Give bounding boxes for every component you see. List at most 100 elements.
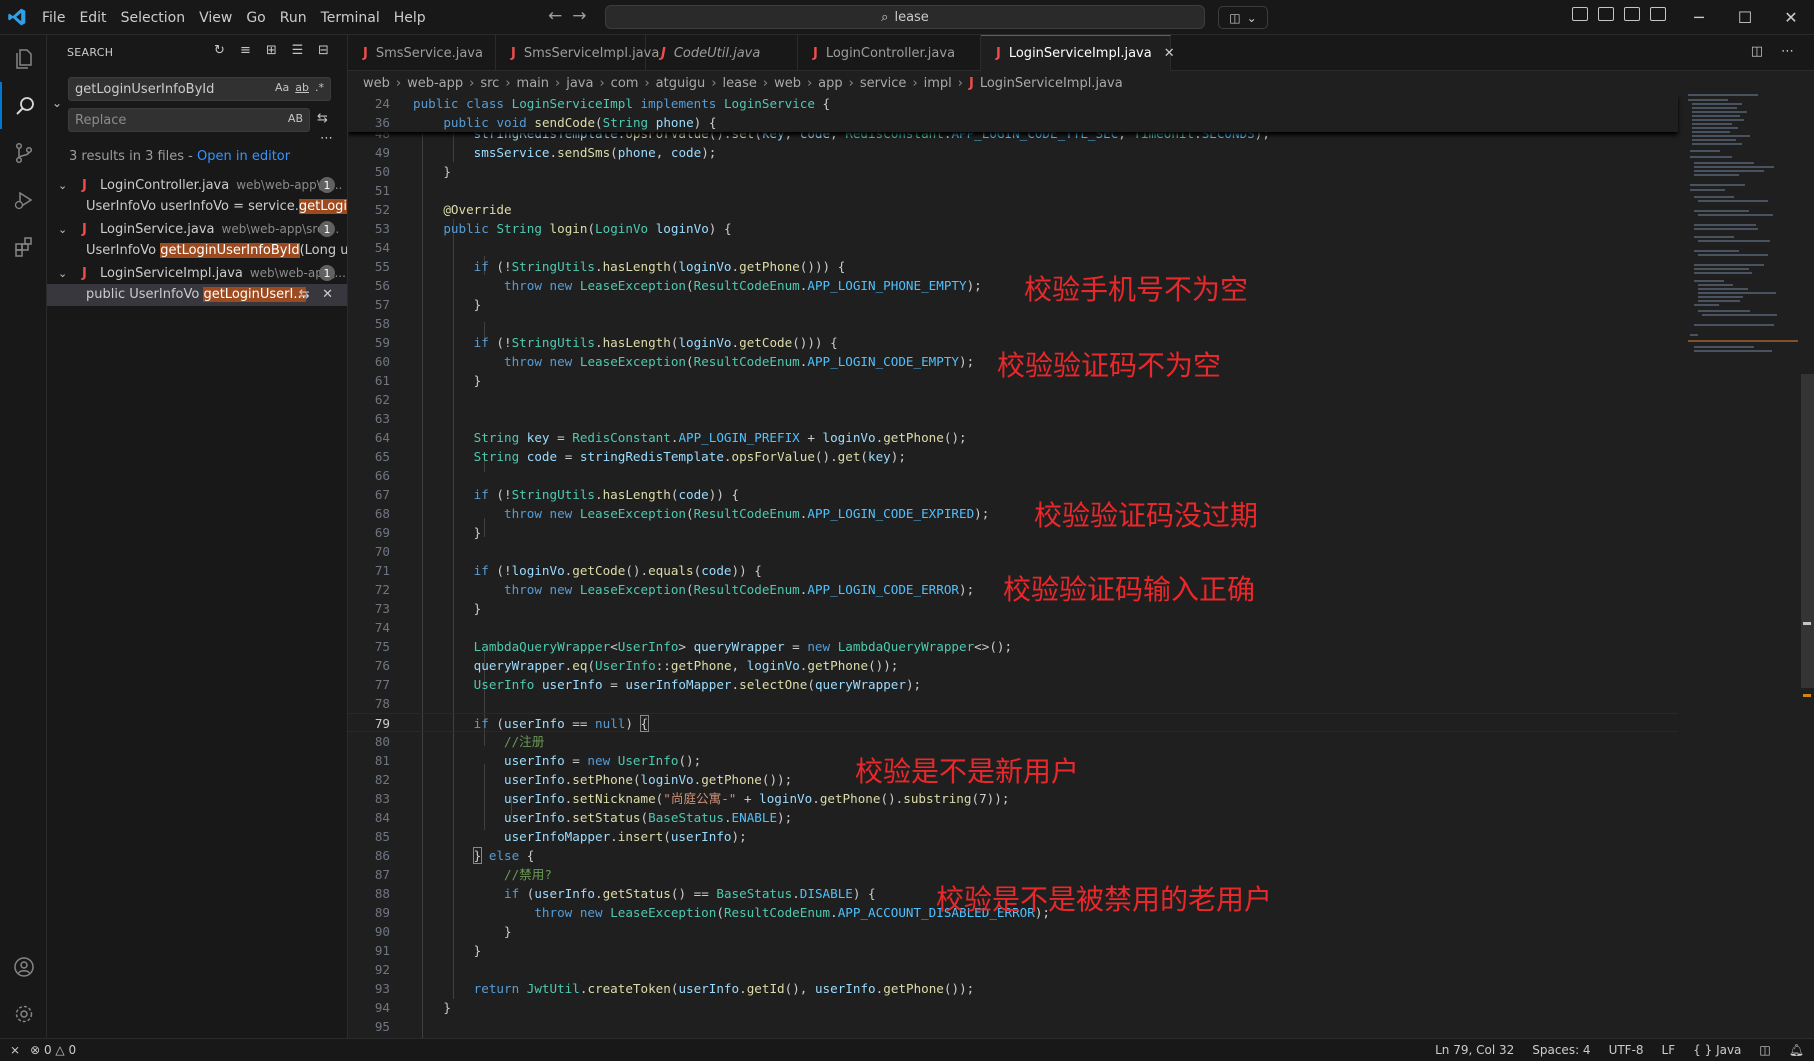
minimize-icon[interactable]: ─ xyxy=(1676,0,1722,35)
sticky-line: 36 public void sendCode(String phone) { xyxy=(374,115,717,130)
match-whole-word-icon[interactable]: ab xyxy=(295,81,309,94)
forward-arrow-icon[interactable]: → xyxy=(572,6,586,26)
search-input[interactable]: getLoginUserInfoById Aa ab .* xyxy=(68,77,331,101)
problems-indicator[interactable]: ⊗ 0 △ 0 xyxy=(30,1043,76,1057)
tab-codeutil[interactable]: J CodeUtil.java xyxy=(646,35,798,71)
customize-layout-icon[interactable] xyxy=(1572,7,1588,21)
vertical-scrollbar[interactable] xyxy=(1801,374,1814,688)
breadcrumb-item[interactable]: main xyxy=(517,76,549,91)
replace-all-icon[interactable]: ⇆ xyxy=(317,111,328,126)
breadcrumb-item[interactable]: com xyxy=(611,76,639,91)
result-match-line-selected[interactable]: public UserInfoVo getLoginUserI... ⇆ ✕ xyxy=(47,284,347,306)
code-line: 65 String code = stringRedisTemplate.ops… xyxy=(374,449,906,464)
toggle-details-icon[interactable]: ⋯ xyxy=(320,131,333,146)
language-mode[interactable]: { } Java xyxy=(1693,1043,1741,1057)
warning-icon: △ xyxy=(55,1043,65,1057)
breadcrumb-file[interactable]: LoginServiceImpl.java xyxy=(980,76,1123,91)
close-tab-icon[interactable]: ✕ xyxy=(1164,46,1175,61)
minimap[interactable] xyxy=(1686,94,1798,1038)
source-control-icon[interactable] xyxy=(0,129,47,176)
encoding[interactable]: UTF-8 xyxy=(1609,1043,1644,1057)
end-of-line[interactable]: LF xyxy=(1662,1043,1676,1057)
indentation[interactable]: Spaces: 4 xyxy=(1532,1043,1590,1057)
tab-logincontroller[interactable]: J LoginController.java xyxy=(798,35,981,71)
clear-results-icon[interactable]: ≡ xyxy=(238,43,253,58)
close-window-icon[interactable]: ✕ xyxy=(1768,0,1814,35)
tab-smsservice[interactable]: J SmsService.java xyxy=(348,35,496,71)
more-actions-icon[interactable]: ⋯ xyxy=(1781,44,1794,59)
maximize-icon[interactable]: ☐ xyxy=(1722,0,1768,35)
result-match-line[interactable]: UserInfoVo getLoginUserInfoById(Long use… xyxy=(47,240,347,262)
code-line: 57 } xyxy=(374,297,482,312)
breadcrumb-item[interactable]: web xyxy=(774,76,801,91)
code-line: 66 xyxy=(374,468,390,483)
back-arrow-icon[interactable]: ← xyxy=(548,6,562,26)
new-search-editor-icon[interactable]: ⊞ xyxy=(264,43,279,58)
match-case-icon[interactable]: Aa xyxy=(275,81,289,94)
code-line: 64 String key = RedisConstant.APP_LOGIN_… xyxy=(374,430,967,445)
result-file-loginservice[interactable]: ⌄ J LoginService.java web\web-app\src\...… xyxy=(47,218,347,240)
replace-icon[interactable]: ⇆ xyxy=(299,287,310,302)
breadcrumb-item[interactable]: impl xyxy=(924,76,952,91)
remote-icon[interactable]: ⨯ xyxy=(10,1043,20,1057)
editor-tabs: J SmsService.java J SmsServiceImpl.java JC… xyxy=(348,35,1814,71)
view-as-tree-icon[interactable]: ☰ xyxy=(290,43,305,58)
menu-edit[interactable]: Edit xyxy=(72,10,113,26)
breadcrumb-item[interactable]: web-app xyxy=(407,76,463,91)
menu-run[interactable]: Run xyxy=(273,10,314,26)
settings-gear-icon[interactable] xyxy=(0,990,47,1037)
result-match-line[interactable]: UserInfoVo userInfoVo = service.getLogin… xyxy=(47,196,347,218)
result-file-logincontroller[interactable]: ⌄ J LoginController.java web\web-app\sr..… xyxy=(47,174,347,196)
toggle-primary-sidebar-icon[interactable] xyxy=(1598,7,1614,21)
toggle-replace-chevron-icon[interactable]: ⌄ xyxy=(52,96,62,110)
open-in-editor-link[interactable]: Open in editor xyxy=(197,149,290,164)
refresh-icon[interactable]: ↻ xyxy=(212,43,227,58)
menu-help[interactable]: Help xyxy=(387,10,433,26)
split-editor-icon[interactable]: ◫ xyxy=(1751,44,1763,59)
copilot-status-icon[interactable]: ◫ xyxy=(1759,1043,1770,1057)
search-input-value: getLoginUserInfoById xyxy=(75,81,215,97)
scroll-marker xyxy=(1803,694,1811,697)
code-editor[interactable]: 48 stringRedisTemplate.opsForValue().set… xyxy=(348,94,1814,1038)
menu-go[interactable]: Go xyxy=(239,10,272,26)
breadcrumb-item[interactable]: app xyxy=(818,76,842,91)
code-line: 78 xyxy=(374,696,390,711)
code-line: 94 } xyxy=(374,1000,451,1015)
breadcrumb-item[interactable]: web xyxy=(363,76,390,91)
sticky-scroll-header[interactable]: 24 public class LoginServiceImpl implemen… xyxy=(348,94,1678,132)
tab-smsserviceimpl[interactable]: J SmsServiceImpl.java xyxy=(496,35,659,71)
collapse-all-icon[interactable]: ⊟ xyxy=(316,43,331,58)
use-regex-icon[interactable]: .* xyxy=(315,81,324,94)
extensions-icon[interactable] xyxy=(0,223,47,270)
search-view-icon[interactable] xyxy=(0,82,47,129)
code-line: 92 xyxy=(374,962,390,977)
java-file-icon: J xyxy=(813,45,818,61)
notifications-bell-icon[interactable]: 🔔︎ xyxy=(1789,1043,1804,1057)
breadcrumb-item[interactable]: lease xyxy=(723,76,757,91)
menu-terminal[interactable]: Terminal xyxy=(314,10,387,26)
breadcrumb-item[interactable]: java xyxy=(566,76,593,91)
tab-label: SmsServiceImpl.java xyxy=(523,45,660,61)
breadcrumb-item[interactable]: service xyxy=(860,76,907,91)
breadcrumb-item[interactable]: src xyxy=(480,76,499,91)
menu-selection[interactable]: Selection xyxy=(114,10,193,26)
preserve-case-icon[interactable]: AB xyxy=(288,112,303,125)
explorer-icon[interactable] xyxy=(0,35,47,82)
menu-file[interactable]: File xyxy=(35,10,72,26)
command-center-search[interactable]: ⌕ lease xyxy=(605,5,1205,29)
menu-view[interactable]: View xyxy=(192,10,239,26)
cursor-position[interactable]: Ln 79, Col 32 xyxy=(1435,1043,1514,1057)
dismiss-icon[interactable]: ✕ xyxy=(322,287,333,302)
result-file-loginserviceimpl[interactable]: ⌄ J LoginServiceImpl.java web\web-app\...… xyxy=(47,262,347,284)
accounts-icon[interactable] xyxy=(0,943,47,990)
replace-input[interactable]: Replace AB xyxy=(68,108,310,132)
code-line: 91 } xyxy=(374,943,482,958)
chevron-down-icon: ⌄ xyxy=(58,266,68,280)
run-debug-icon[interactable] xyxy=(0,176,47,223)
search-toolbar: ↻ ≡ ⊞ ☰ ⊟ xyxy=(212,43,331,58)
copilot-button[interactable]: ◫ ⌄ xyxy=(1218,6,1268,29)
tab-loginserviceimpl[interactable]: J LoginServiceImpl.java ✕ xyxy=(981,35,1175,71)
breadcrumb-item[interactable]: atguigu xyxy=(656,76,706,91)
toggle-secondary-sidebar-icon[interactable] xyxy=(1650,7,1666,21)
toggle-panel-icon[interactable] xyxy=(1624,7,1640,21)
